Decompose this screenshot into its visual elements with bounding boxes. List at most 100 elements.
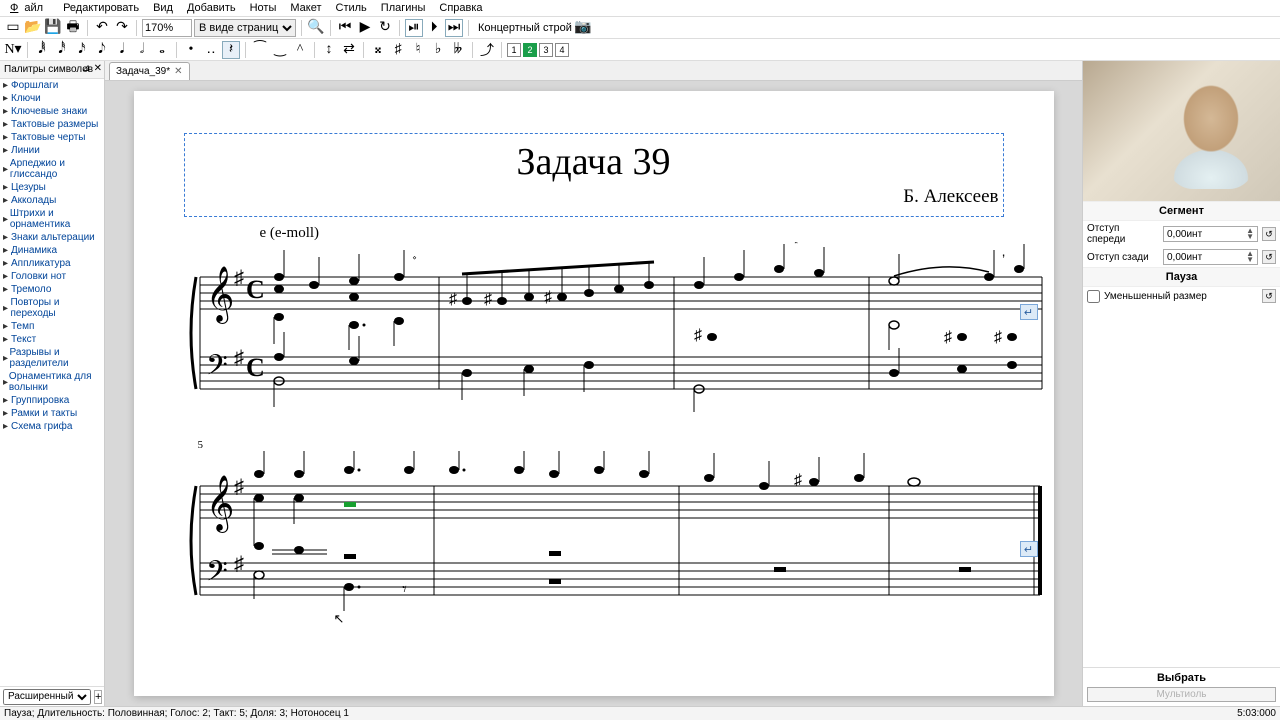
- system-break-icon[interactable]: ↵: [1020, 304, 1038, 320]
- metronome-icon[interactable]: ⏭: [445, 19, 463, 37]
- leading-space-input[interactable]: 0,00инт▲▼: [1163, 226, 1258, 242]
- play-repeats-icon[interactable]: ⏯: [405, 19, 423, 37]
- voice-3-button[interactable]: 3: [539, 43, 553, 57]
- view-mode-select[interactable]: В виде страниц: [194, 19, 296, 37]
- score-viewport[interactable]: Задача 39 Б. Алексеев e (e-moll): [105, 81, 1082, 706]
- close-icon[interactable]: ✕: [94, 63, 102, 74]
- flat-icon[interactable]: ♭: [429, 41, 447, 59]
- double-dot-icon[interactable]: ‥: [202, 41, 220, 59]
- flip-direction-icon[interactable]: ⤴: [478, 41, 496, 59]
- save-icon[interactable]: 💾: [44, 19, 62, 37]
- palette-item[interactable]: ▸Головки нот: [0, 270, 104, 283]
- flip-icon[interactable]: ↕: [320, 41, 338, 59]
- note-input-icon[interactable]: N▾: [4, 41, 22, 59]
- dot-icon[interactable]: •: [182, 41, 200, 59]
- palette-item[interactable]: ▸Цезуры: [0, 181, 104, 194]
- tab-score[interactable]: Задача_39* ✕: [109, 62, 190, 80]
- new-score-icon[interactable]: ▭: [4, 19, 22, 37]
- palette-item[interactable]: ▸Схема грифа: [0, 420, 104, 433]
- tuplet-button[interactable]: Мультиоль: [1087, 687, 1276, 702]
- palette-item[interactable]: ▸Темп: [0, 320, 104, 333]
- open-icon[interactable]: 📂: [24, 19, 42, 37]
- voice-2-button[interactable]: 2: [523, 43, 537, 57]
- marcato-icon[interactable]: ^: [291, 41, 309, 59]
- menu-file[interactable]: Файл: [4, 0, 55, 16]
- menu-add[interactable]: Добавить: [181, 0, 242, 16]
- palette-item[interactable]: ▸Акколады: [0, 194, 104, 207]
- small-checkbox[interactable]: [1087, 290, 1100, 303]
- reset-icon[interactable]: ↺: [1262, 289, 1276, 303]
- palette-item[interactable]: ▸Тактовые черты: [0, 131, 104, 144]
- trailing-space-input[interactable]: 0,00инт▲▼: [1163, 249, 1258, 265]
- tie-icon[interactable]: ⁀: [251, 41, 269, 59]
- palette-item[interactable]: ▸Ключи: [0, 92, 104, 105]
- palette-item[interactable]: ▸Тактовые размеры: [0, 118, 104, 131]
- palette-item[interactable]: ▸Аппликатура: [0, 257, 104, 270]
- music-system-1[interactable]: 𝄞 𝄢 ♯ ♯ C C 𝆹: [184, 242, 1044, 417]
- palette-item[interactable]: ▸Динамика: [0, 244, 104, 257]
- note-1-icon[interactable]: 𝅝: [153, 41, 171, 59]
- menu-edit[interactable]: Редактировать: [57, 0, 145, 16]
- workspace-select[interactable]: Расширенный: [3, 689, 91, 705]
- image-capture-icon[interactable]: 📷: [574, 19, 592, 37]
- zoom-input[interactable]: [142, 19, 192, 37]
- pin-icon[interactable]: ⊿: [82, 63, 90, 74]
- note-8-icon[interactable]: 𝅘𝅥𝅮: [93, 41, 111, 59]
- rewind-icon[interactable]: ⏮: [336, 19, 354, 37]
- music-system-2[interactable]: 𝄞 𝄢 ♯ ♯: [184, 451, 1044, 626]
- play-icon[interactable]: ▶: [356, 19, 374, 37]
- tab-close-icon[interactable]: ✕: [174, 66, 182, 77]
- zoom-icon[interactable]: 🔍: [307, 19, 325, 37]
- slur-icon[interactable]: ‿: [271, 41, 289, 59]
- palette-item[interactable]: ▸Форшлаги: [0, 79, 104, 92]
- svg-text:♯: ♯: [794, 472, 802, 489]
- note-4-icon[interactable]: 𝅘𝅥: [113, 41, 131, 59]
- note-16-icon[interactable]: 𝅘𝅥𝅯: [73, 41, 91, 59]
- repitch-icon[interactable]: ⇄: [340, 41, 358, 59]
- menu-help[interactable]: Справка: [433, 0, 488, 16]
- menu-style[interactable]: Стиль: [330, 0, 373, 16]
- rest-icon[interactable]: 𝄽: [222, 41, 240, 59]
- palette-item[interactable]: ▸Орнаментика для волынки: [0, 370, 104, 394]
- palette-title: Палитры символов: [4, 64, 93, 75]
- natural-icon[interactable]: ♮: [409, 41, 427, 59]
- menu-plugins[interactable]: Плагины: [375, 0, 432, 16]
- system-break-icon[interactable]: ↵: [1020, 541, 1038, 557]
- redo-icon[interactable]: ↷: [113, 19, 131, 37]
- palette-item[interactable]: ▸Арпеджио и глиссандо: [0, 157, 104, 181]
- palette-item[interactable]: ▸Рамки и такты: [0, 407, 104, 420]
- palette-item[interactable]: ▸Текст: [0, 333, 104, 346]
- palette-item[interactable]: ▸Разрывы и разделители: [0, 346, 104, 370]
- pan-icon[interactable]: ⏵: [425, 19, 443, 37]
- score-title[interactable]: Задача 39: [185, 140, 1003, 184]
- double-flat-icon[interactable]: 𝄫: [449, 41, 467, 59]
- concert-pitch-button[interactable]: Концертный строй: [478, 22, 572, 34]
- voice-4-button[interactable]: 4: [555, 43, 569, 57]
- reset-icon[interactable]: ↺: [1262, 250, 1276, 264]
- menu-notes[interactable]: Ноты: [244, 0, 283, 16]
- print-icon[interactable]: 🖶: [64, 19, 82, 37]
- palette-item[interactable]: ▸Штрихи и орнаментика: [0, 207, 104, 231]
- palette-item[interactable]: ▸Повторы и переходы: [0, 296, 104, 320]
- score-composer[interactable]: Б. Алексеев: [185, 186, 1003, 208]
- double-sharp-icon[interactable]: 𝄪: [369, 41, 387, 59]
- loop-icon[interactable]: ↻: [376, 19, 394, 37]
- note-64-icon[interactable]: 𝅘𝅥𝅱: [33, 41, 51, 59]
- palette-item[interactable]: ▸Ключевые знаки: [0, 105, 104, 118]
- note-32-icon[interactable]: 𝅘𝅥𝅰: [53, 41, 71, 59]
- reset-icon[interactable]: ↺: [1262, 227, 1276, 241]
- menu-view[interactable]: Вид: [147, 0, 179, 16]
- palette-item[interactable]: ▸Знаки альтерации: [0, 231, 104, 244]
- sharp-icon[interactable]: ♯: [389, 41, 407, 59]
- palette-item[interactable]: ▸Группировка: [0, 394, 104, 407]
- voice-1-button[interactable]: 1: [507, 43, 521, 57]
- tempo-text[interactable]: e (e-moll): [260, 225, 1004, 242]
- svg-text:♯: ♯: [234, 267, 244, 289]
- note-2-icon[interactable]: 𝅗𝅥: [133, 41, 151, 59]
- add-workspace-button[interactable]: +: [94, 690, 102, 704]
- palette-item[interactable]: ▸Линии: [0, 144, 104, 157]
- undo-icon[interactable]: ↶: [93, 19, 111, 37]
- menu-layout[interactable]: Макет: [284, 0, 327, 16]
- palette-item[interactable]: ▸Тремоло: [0, 283, 104, 296]
- title-frame[interactable]: Задача 39 Б. Алексеев: [184, 133, 1004, 217]
